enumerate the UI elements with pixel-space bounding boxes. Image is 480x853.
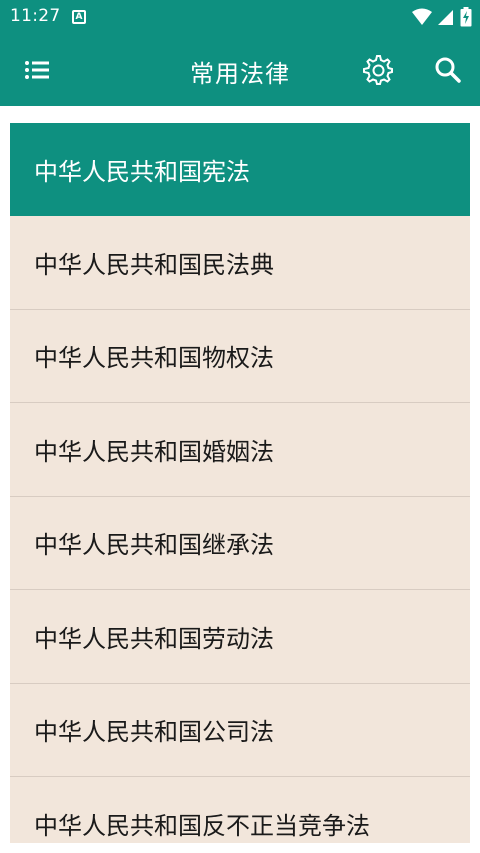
list-item-company-law[interactable]: 中华人民共和国公司法 — [10, 684, 470, 777]
list-item-unfair-competition-law[interactable]: 中华人民共和国反不正当竞争法 — [10, 777, 470, 843]
list-item-label: 中华人民共和国反不正当竞争法 — [34, 811, 370, 840]
cell-signal-icon — [438, 10, 453, 25]
law-list[interactable]: 中华人民共和国宪法 中华人民共和国民法典 中华人民共和国物权法 中华人民共和国婚… — [10, 123, 470, 843]
list-item-constitution[interactable]: 中华人民共和国宪法 — [10, 123, 470, 216]
list-item-inheritance-law[interactable]: 中华人民共和国继承法 — [10, 497, 470, 590]
list-item-label: 中华人民共和国劳动法 — [34, 624, 274, 653]
status-time: 11:27 — [10, 6, 61, 26]
list-item-label: 中华人民共和国公司法 — [34, 718, 274, 747]
search-icon — [435, 57, 461, 83]
list-item-property-law[interactable]: 中华人民共和国物权法 — [10, 310, 470, 403]
search-button[interactable] — [430, 52, 466, 88]
gear-icon — [363, 55, 393, 85]
list-item-label: 中华人民共和国物权法 — [34, 344, 274, 373]
list-item-label: 中华人民共和国婚姻法 — [34, 437, 274, 466]
content-area: 中华人民共和国宪法 中华人民共和国民法典 中华人民共和国物权法 中华人民共和国婚… — [0, 106, 480, 853]
notification-a-icon: A — [72, 10, 86, 24]
status-icons — [412, 7, 472, 27]
list-item-marriage-law[interactable]: 中华人民共和国婚姻法 — [10, 403, 470, 497]
wifi-icon — [412, 8, 432, 25]
list-item-label: 中华人民共和国继承法 — [34, 531, 274, 560]
battery-icon — [460, 7, 472, 27]
list-item-civil-code[interactable]: 中华人民共和国民法典 — [10, 216, 470, 310]
app-bar: 常用法律 — [0, 34, 480, 106]
status-bar: 11:27 A — [0, 0, 480, 34]
list-item-label: 中华人民共和国宪法 — [34, 158, 250, 186]
list-item-labor-law[interactable]: 中华人民共和国劳动法 — [10, 590, 470, 684]
page-title: 常用法律 — [190, 60, 290, 88]
settings-button[interactable] — [360, 52, 396, 88]
list-item-label: 中华人民共和国民法典 — [34, 250, 274, 279]
